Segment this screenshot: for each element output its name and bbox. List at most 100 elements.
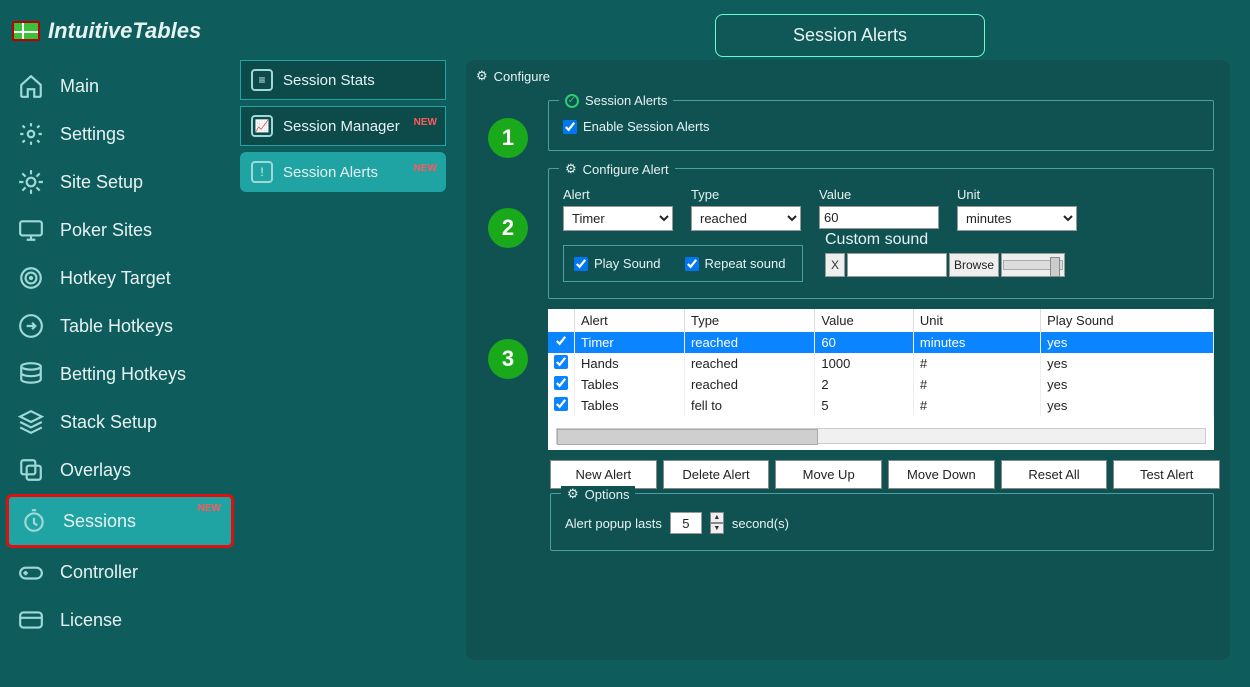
horizontal-scrollbar[interactable] — [556, 428, 1206, 444]
unit-label: Unit — [957, 187, 1077, 202]
repeat-sound-checkbox[interactable]: Repeat sound — [685, 256, 786, 271]
value-input[interactable] — [819, 206, 939, 229]
th-alert[interactable]: Alert — [575, 309, 685, 332]
popup-seconds-input[interactable] — [670, 512, 702, 534]
sound-options: Play Sound Repeat sound — [563, 245, 803, 282]
custom-sound-label: Custom sound — [825, 231, 1065, 249]
th-value[interactable]: Value — [815, 309, 913, 332]
nav-label: Main — [60, 76, 99, 97]
row-checkbox[interactable] — [554, 334, 568, 348]
nav-betting-hotkeys[interactable]: Betting Hotkeys — [6, 350, 234, 398]
sec-session-alerts[interactable]: ! Session Alerts NEW — [240, 152, 446, 192]
chart-icon: 📈 — [251, 115, 273, 137]
table-row[interactable]: Hands reached 1000 # yes — [548, 353, 1214, 374]
row-checkbox[interactable] — [554, 355, 568, 369]
app-name: IntuitiveTables — [48, 18, 201, 44]
cell-unit: # — [913, 353, 1040, 374]
arrow-circle-icon — [16, 311, 46, 341]
sec-session-manager[interactable]: 📈 Session Manager NEW — [240, 106, 446, 146]
gear-icon: ⚙ — [476, 68, 488, 84]
custom-sound-input[interactable] — [847, 253, 947, 277]
alert-icon: ! — [251, 161, 273, 183]
th-type[interactable]: Type — [684, 309, 814, 332]
test-alert-button[interactable]: Test Alert — [1113, 460, 1220, 489]
enable-label: Enable Session Alerts — [583, 119, 709, 134]
new-alert-button[interactable]: New Alert — [550, 460, 657, 489]
cell-type: reached — [684, 374, 814, 395]
type-label: Type — [691, 187, 801, 202]
cell-value: 60 — [815, 332, 913, 353]
th-play-sound[interactable]: Play Sound — [1041, 309, 1214, 332]
play-sound-label: Play Sound — [594, 256, 661, 271]
new-badge: NEW — [414, 163, 437, 174]
enable-checkbox-input[interactable] — [563, 120, 577, 134]
nav-table-hotkeys[interactable]: Table Hotkeys — [6, 302, 234, 350]
type-select[interactable]: reached — [691, 206, 801, 231]
table-row[interactable]: Tables fell to 5 # yes — [548, 395, 1214, 416]
cell-alert: Tables — [575, 374, 685, 395]
nav-label: Poker Sites — [60, 220, 152, 241]
table-buttons: New Alert Delete Alert Move Up Move Down… — [550, 460, 1220, 489]
popup-label-post: second(s) — [732, 516, 789, 531]
configure-heading-text: Configure — [494, 69, 550, 84]
clear-sound-button[interactable]: X — [825, 253, 845, 277]
main-content: Session Alerts ⚙ Configure 1 ✓ Session A… — [446, 0, 1250, 687]
options-fieldset: ⚙ Options Alert popup lasts ▲ ▼ second(s… — [550, 493, 1214, 551]
nav-stack-setup[interactable]: Stack Setup — [6, 398, 234, 446]
th-unit[interactable]: Unit — [913, 309, 1040, 332]
sidebar-main: IntuitiveTables Main Settings Site Setup… — [0, 0, 240, 687]
row-checkbox[interactable] — [554, 376, 568, 390]
custom-sound-group: Custom sound X Browse — [825, 231, 1065, 277]
spin-down-button[interactable]: ▼ — [710, 523, 724, 534]
configure-alert-fieldset: ⚙ Configure Alert Alert Timer Type reach… — [548, 168, 1214, 299]
browse-button[interactable]: Browse — [949, 253, 999, 277]
configure-heading: ⚙ Configure — [476, 64, 1220, 90]
configure-alert-legend: ⚙ Configure Alert — [559, 161, 675, 177]
nav-hotkey-target[interactable]: Hotkey Target — [6, 254, 234, 302]
nav-license[interactable]: License — [6, 596, 234, 644]
gamepad-icon — [16, 557, 46, 587]
play-sound-input[interactable] — [574, 257, 588, 271]
nav-controller[interactable]: Controller — [6, 548, 234, 596]
table-row[interactable]: Tables reached 2 # yes — [548, 374, 1214, 395]
database-icon — [16, 359, 46, 389]
page-title: Session Alerts — [715, 14, 985, 57]
delete-alert-button[interactable]: Delete Alert — [663, 460, 770, 489]
app-logo: IntuitiveTables — [6, 10, 234, 62]
new-badge: NEW — [414, 117, 437, 128]
target-icon — [16, 263, 46, 293]
nav-sessions[interactable]: Sessions NEW — [6, 494, 234, 548]
volume-slider[interactable] — [1001, 253, 1065, 277]
cell-play: yes — [1041, 332, 1214, 353]
nav-label: Stack Setup — [60, 412, 157, 433]
content-panel: ⚙ Configure 1 ✓ Session Alerts Enable Se… — [466, 60, 1230, 660]
reset-all-button[interactable]: Reset All — [1001, 460, 1108, 489]
popup-label-pre: Alert popup lasts — [565, 516, 662, 531]
unit-select[interactable]: minutes — [957, 206, 1077, 231]
nav-settings[interactable]: Settings — [6, 110, 234, 158]
value-label: Value — [819, 187, 939, 202]
cell-alert: Hands — [575, 353, 685, 374]
nav-overlays[interactable]: Overlays — [6, 446, 234, 494]
cell-type: reached — [684, 353, 814, 374]
repeat-sound-label: Repeat sound — [705, 256, 786, 271]
nav-main[interactable]: Main — [6, 62, 234, 110]
check-circle-icon: ✓ — [565, 94, 579, 108]
table-row[interactable]: Timer reached 60 minutes yes — [548, 332, 1214, 353]
session-alerts-legend: ✓ Session Alerts — [559, 93, 673, 108]
repeat-sound-input[interactable] — [685, 257, 699, 271]
row-checkbox[interactable] — [554, 397, 568, 411]
nav-site-setup[interactable]: Site Setup — [6, 158, 234, 206]
move-up-button[interactable]: Move Up — [775, 460, 882, 489]
cell-type: fell to — [684, 395, 814, 416]
enable-session-alerts-checkbox[interactable]: Enable Session Alerts — [563, 119, 1199, 134]
nav-poker-sites[interactable]: Poker Sites — [6, 206, 234, 254]
sec-session-stats[interactable]: ≡ Session Stats — [240, 60, 446, 100]
spin-up-button[interactable]: ▲ — [710, 512, 724, 523]
logo-icon — [12, 21, 40, 41]
play-sound-checkbox[interactable]: Play Sound — [574, 256, 661, 271]
card-icon — [16, 605, 46, 635]
alert-select[interactable]: Timer — [563, 206, 673, 231]
cell-alert: Timer — [575, 332, 685, 353]
move-down-button[interactable]: Move Down — [888, 460, 995, 489]
